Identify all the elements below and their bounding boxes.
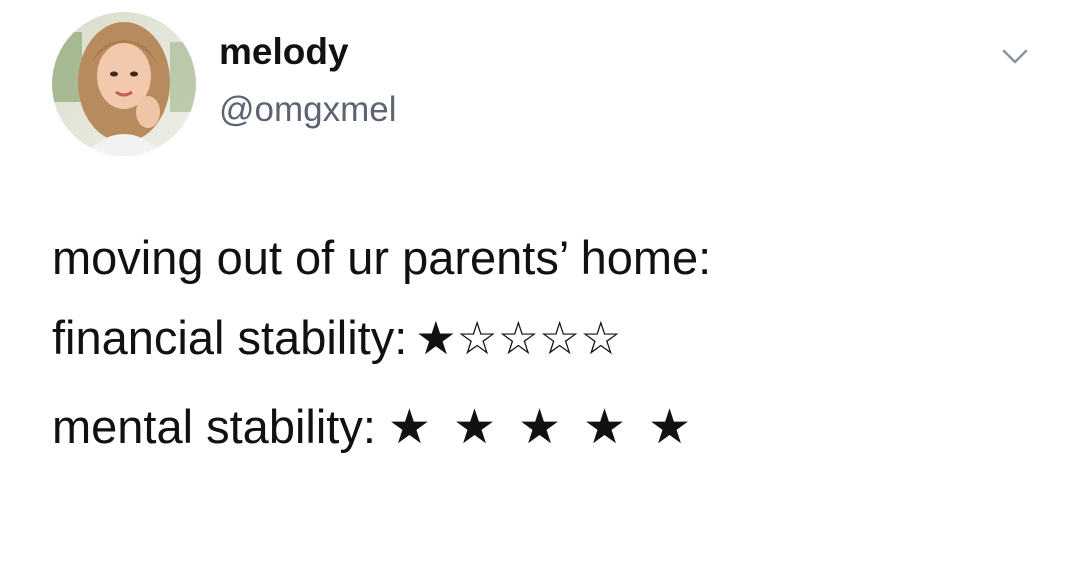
display-name[interactable]: melody bbox=[219, 33, 349, 70]
avatar-image bbox=[52, 12, 196, 156]
tweet-text-line-1: moving out of ur parents’ home: bbox=[52, 231, 712, 284]
star-filled-icon: ★ bbox=[415, 310, 457, 365]
tweet-text-line-3: mental stability: ★ ★ ★ ★ ★ bbox=[52, 399, 691, 451]
star-empty-icon: ☆ bbox=[456, 310, 498, 365]
tweet-card: melody @omgxmel moving out of ur parents… bbox=[0, 0, 1080, 574]
chevron-down-icon[interactable] bbox=[1000, 44, 1030, 70]
financial-stability-rating: ★☆☆☆☆ bbox=[415, 315, 621, 361]
financial-stability-label: financial stability: bbox=[52, 311, 408, 365]
avatar[interactable] bbox=[52, 12, 196, 156]
tweet-text-line-2: financial stability: ★☆☆☆☆ bbox=[52, 310, 622, 361]
star-filled-icon: ★ bbox=[583, 398, 627, 455]
user-handle[interactable]: @omgxmel bbox=[219, 92, 397, 127]
star-filled-icon: ★ bbox=[648, 398, 692, 455]
star-empty-icon: ☆ bbox=[539, 310, 581, 365]
mental-stability-label: mental stability: bbox=[52, 400, 376, 454]
star-empty-icon: ☆ bbox=[497, 310, 540, 365]
star-filled-icon: ★ bbox=[517, 398, 561, 455]
star-filled-icon: ★ bbox=[387, 398, 431, 455]
star-filled-icon: ★ bbox=[452, 398, 496, 455]
star-empty-icon: ☆ bbox=[580, 310, 622, 365]
mental-stability-rating: ★ ★ ★ ★ ★ bbox=[388, 403, 691, 451]
